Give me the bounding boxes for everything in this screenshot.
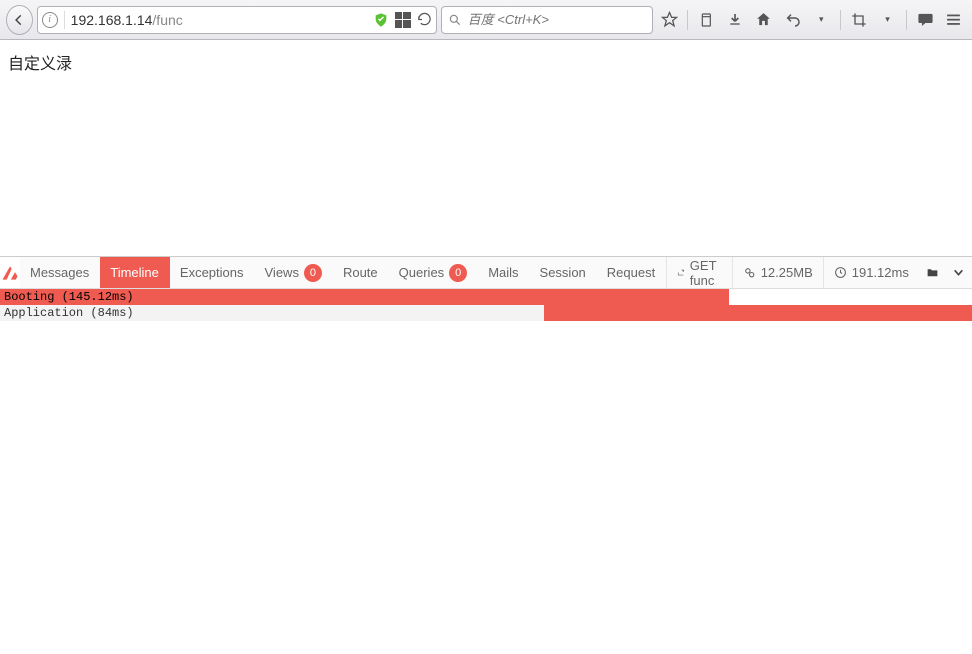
- url-text: 192.168.1.14/func: [71, 12, 367, 28]
- shield-icon[interactable]: [373, 12, 389, 28]
- tab-exceptions[interactable]: Exceptions: [170, 257, 255, 288]
- tab-label: Exceptions: [180, 265, 244, 280]
- tab-label: Views: [265, 265, 299, 280]
- address-bar[interactable]: i 192.168.1.14/func: [37, 6, 437, 34]
- tab-label: Timeline: [110, 265, 159, 280]
- undo-dropdown-icon[interactable]: ▾: [809, 6, 834, 34]
- chat-icon[interactable]: [913, 6, 938, 34]
- search-input[interactable]: [468, 12, 646, 27]
- menu-icon[interactable]: [941, 6, 966, 34]
- timeline-label: Application (84ms): [4, 306, 134, 320]
- crop-dropdown-icon[interactable]: ▾: [875, 6, 900, 34]
- tab-label: Session: [540, 265, 586, 280]
- stat-label: 12.25MB: [761, 265, 813, 280]
- back-button[interactable]: [6, 5, 33, 35]
- tab-mails[interactable]: Mails: [478, 257, 529, 288]
- clock-icon: [834, 266, 847, 279]
- debugbar-right: GET func 12.25MB 191.12ms: [666, 257, 972, 288]
- search-bar[interactable]: [441, 6, 653, 34]
- tab-label: Request: [607, 265, 655, 280]
- tab-label: Route: [343, 265, 378, 280]
- crop-icon[interactable]: [846, 6, 871, 34]
- tab-queries[interactable]: Queries 0: [389, 257, 479, 288]
- url-host: 192.168.1.14: [71, 12, 153, 28]
- separator: [840, 10, 841, 30]
- timeline-row-application: Application (84ms): [0, 305, 972, 321]
- tab-label: Queries: [399, 265, 445, 280]
- share-icon: [677, 266, 685, 279]
- collapse-icon[interactable]: [946, 257, 971, 288]
- tab-route[interactable]: Route: [333, 257, 389, 288]
- views-badge: 0: [304, 264, 322, 282]
- info-icon[interactable]: i: [42, 12, 58, 28]
- request-method-stat[interactable]: GET func: [666, 257, 732, 288]
- search-icon: [448, 13, 462, 27]
- timeline-bar: [544, 305, 972, 321]
- tab-views[interactable]: Views 0: [255, 257, 333, 288]
- time-stat[interactable]: 191.12ms: [823, 257, 919, 288]
- separator: [687, 10, 688, 30]
- tab-session[interactable]: Session: [530, 257, 597, 288]
- bookmark-star-icon[interactable]: [657, 6, 682, 34]
- tab-timeline[interactable]: Timeline: [100, 257, 170, 288]
- download-icon[interactable]: [723, 6, 748, 34]
- debugbar-logo[interactable]: [0, 257, 20, 288]
- page-heading: 自定义渌: [8, 50, 964, 74]
- reload-button[interactable]: [417, 12, 432, 27]
- separator: [64, 11, 65, 29]
- separator: [906, 10, 907, 30]
- folder-icon[interactable]: [919, 257, 946, 288]
- home-icon[interactable]: [752, 6, 777, 34]
- browser-toolbar: i 192.168.1.14/func ▾ ▾: [0, 0, 972, 40]
- stat-label: GET func: [690, 258, 722, 288]
- timeline-label: Booting (145.12ms): [4, 290, 134, 304]
- tab-messages[interactable]: Messages: [20, 257, 100, 288]
- tab-label: Mails: [488, 265, 518, 280]
- gears-icon: [743, 266, 756, 279]
- tab-request[interactable]: Request: [597, 257, 666, 288]
- timeline-row-booting: Booting (145.12ms): [0, 289, 972, 305]
- tab-label: Messages: [30, 265, 89, 280]
- page-content: 自定义渌: [0, 40, 972, 256]
- debugbar: Messages Timeline Exceptions Views 0 Rout…: [0, 256, 972, 321]
- address-right: [373, 12, 432, 28]
- qr-icon[interactable]: [395, 12, 411, 28]
- stat-label: 191.12ms: [852, 265, 909, 280]
- library-icon[interactable]: [694, 6, 719, 34]
- debugbar-header: Messages Timeline Exceptions Views 0 Rout…: [0, 257, 972, 289]
- undo-icon[interactable]: [780, 6, 805, 34]
- memory-stat[interactable]: 12.25MB: [732, 257, 823, 288]
- debugbar-body: Booting (145.12ms) Application (84ms): [0, 289, 972, 321]
- url-path: /func: [152, 12, 182, 28]
- queries-badge: 0: [449, 264, 467, 282]
